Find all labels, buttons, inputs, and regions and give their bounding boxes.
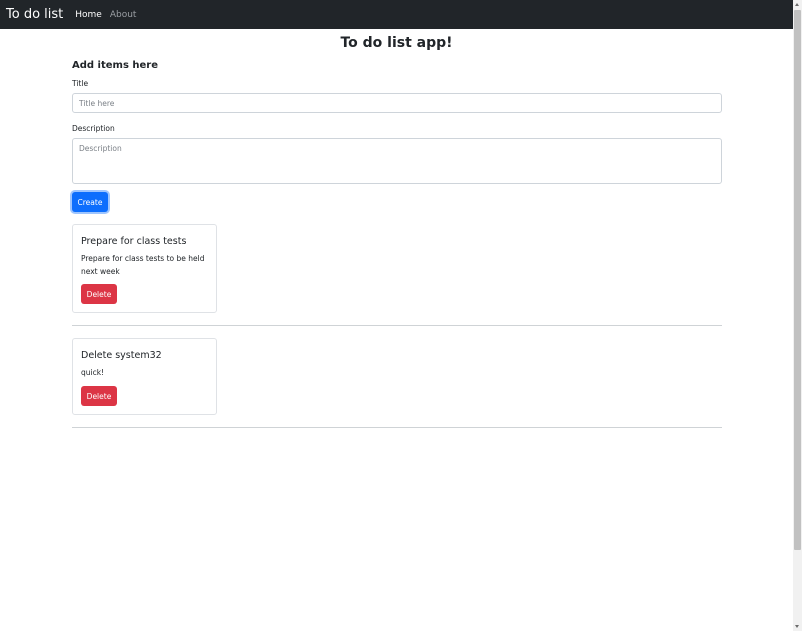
- todo-title: Delete system32: [81, 350, 162, 361]
- todo-title: Prepare for class tests: [81, 236, 187, 247]
- description-label: Description: [72, 124, 115, 133]
- page-title: To do list app!: [340, 35, 453, 51]
- divider: [72, 325, 722, 326]
- vertical-scrollbar[interactable]: [793, 0, 802, 631]
- divider: [72, 427, 722, 428]
- todo-card: Delete system32 quick! Delete: [72, 338, 217, 415]
- nav-link-about[interactable]: About: [110, 10, 137, 20]
- create-button[interactable]: Create: [72, 192, 108, 212]
- add-items-heading: Add items here: [72, 60, 158, 71]
- delete-button[interactable]: Delete: [81, 284, 117, 304]
- navbar-brand[interactable]: To do list: [6, 7, 63, 22]
- todo-card: Prepare for class tests Prepare for clas…: [72, 224, 217, 313]
- description-textarea[interactable]: [72, 138, 722, 184]
- todo-description: quick!: [81, 368, 105, 377]
- nav-link-home[interactable]: Home: [75, 10, 102, 20]
- scroll-up-arrow-icon[interactable]: [793, 0, 802, 9]
- navbar: To do list Home About: [0, 0, 793, 29]
- title-label: Title: [72, 79, 89, 88]
- delete-button[interactable]: Delete: [81, 386, 117, 406]
- scrollbar-thumb[interactable]: [794, 10, 801, 550]
- scroll-down-arrow-icon[interactable]: [793, 622, 802, 631]
- todo-description: Prepare for class tests to be held next …: [81, 254, 205, 276]
- title-input[interactable]: [72, 93, 722, 113]
